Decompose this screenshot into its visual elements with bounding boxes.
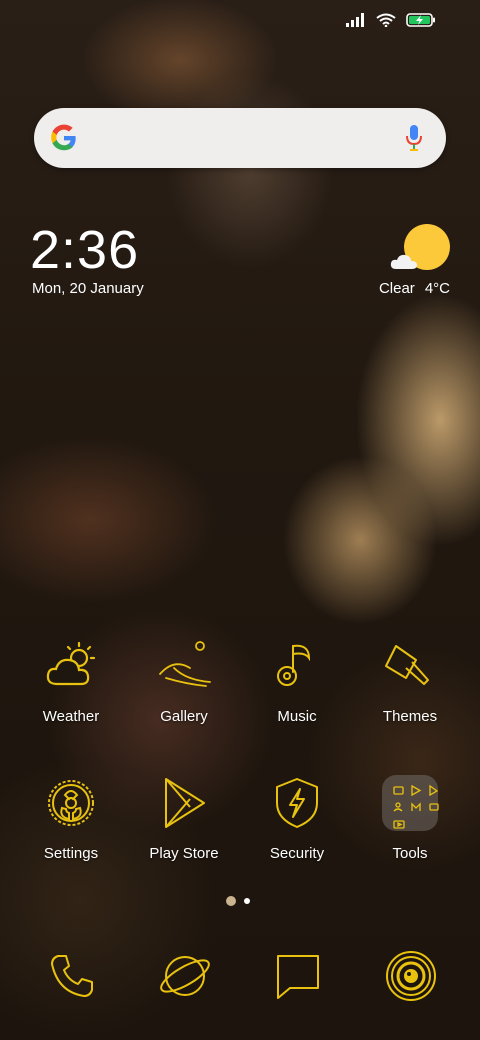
clock-date: Mon, 20 January <box>32 280 144 297</box>
weather-info: Clear 4°C <box>379 280 450 297</box>
app-label: Settings <box>43 845 99 862</box>
settings-icon <box>48 780 94 826</box>
gallery-icon <box>159 641 211 687</box>
app-label: Themes <box>382 708 438 725</box>
app-play-store[interactable]: Play Store <box>129 775 239 862</box>
mic-icon[interactable] <box>404 124 424 152</box>
camera-icon[interactable] <box>383 948 439 1004</box>
signal-icon <box>346 13 364 27</box>
app-label: Tools <box>392 845 428 862</box>
page-indicator[interactable] <box>226 896 250 906</box>
app-weather[interactable]: Weather <box>16 638 126 725</box>
app-settings[interactable]: Settings <box>16 775 126 862</box>
cloud-icon <box>390 254 417 269</box>
browser-icon[interactable] <box>157 948 213 1004</box>
themes-icon <box>385 645 429 685</box>
app-label: Security <box>269 845 325 862</box>
music-icon <box>277 644 311 686</box>
tools-folder-icon <box>382 775 439 831</box>
phone-icon[interactable] <box>44 948 100 1004</box>
battery-charging-icon <box>406 13 435 27</box>
app-security[interactable]: Security <box>242 775 352 862</box>
app-tools[interactable]: Tools <box>355 775 465 862</box>
app-themes[interactable]: Themes <box>355 638 465 725</box>
google-logo <box>51 124 76 151</box>
app-label: Play Store <box>149 845 219 862</box>
weather-temperature: 4°C <box>424 280 450 297</box>
page-dot-current[interactable] <box>226 896 236 906</box>
google-search-bar[interactable] <box>34 108 446 168</box>
security-icon <box>276 778 318 828</box>
app-music[interactable]: Music <box>242 638 352 725</box>
weather-icon <box>46 641 96 686</box>
weather-condition: Clear <box>378 280 415 297</box>
app-label: Gallery <box>160 708 208 725</box>
play-store-icon <box>165 778 205 828</box>
page-dot[interactable] <box>244 898 250 904</box>
clock-time[interactable]: 2:36 <box>30 218 139 282</box>
messages-icon[interactable] <box>270 948 326 1004</box>
app-gallery[interactable]: Gallery <box>129 638 239 725</box>
status-bar <box>346 8 436 32</box>
app-label: Weather <box>42 708 100 725</box>
wifi-icon <box>376 13 396 27</box>
app-label: Music <box>277 708 317 725</box>
